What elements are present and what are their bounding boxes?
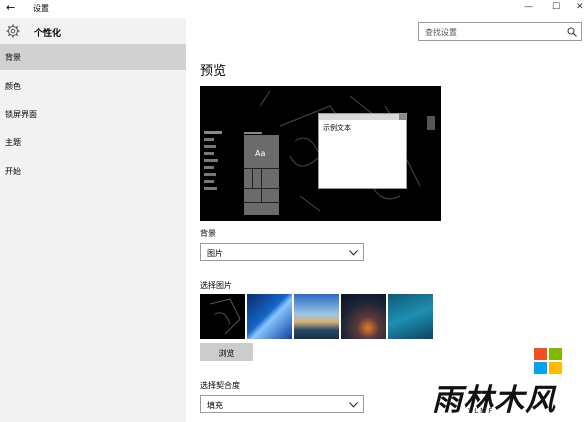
picture-thumb-1[interactable]: [200, 294, 245, 339]
gear-icon: [6, 24, 20, 38]
search-icon: [567, 27, 577, 37]
chevron-down-icon: [349, 402, 358, 408]
sample-window-text: 示例文本: [323, 124, 351, 132]
start-tiles: Aa: [244, 135, 279, 215]
fit-label: 选择契合度: [200, 381, 240, 390]
sidebar-item-background[interactable]: 背景: [0, 44, 186, 70]
sidebar-item-themes[interactable]: 主题: [0, 129, 186, 155]
picture-thumb-3[interactable]: [294, 294, 339, 339]
back-button[interactable]: ←: [6, 1, 15, 14]
desktop-preview: Aa 示例文本: [200, 86, 441, 221]
close-button[interactable]: ✕: [576, 2, 584, 12]
minimize-button[interactable]: —: [524, 2, 533, 12]
sidebar-item-start[interactable]: 开始: [0, 158, 186, 184]
sidebar-item-label: 开始: [5, 167, 21, 176]
chevron-down-icon: [349, 250, 358, 256]
picture-thumb-4[interactable]: [341, 294, 386, 339]
background-value: 图片: [207, 249, 223, 258]
picture-thumb-2[interactable]: [247, 294, 292, 339]
sidebar: 个性化 背景 颜色 锁屏界面 主题 开始: [0, 18, 186, 422]
choose-picture-label: 选择图片: [200, 281, 232, 290]
start-menu-list: [204, 131, 222, 206]
scribble-thumb: [209, 298, 241, 335]
search-placeholder: 查找设置: [425, 28, 457, 37]
sidebar-item-colors[interactable]: 颜色: [0, 73, 186, 99]
background-label: 背景: [200, 229, 216, 238]
sidebar-item-label: 锁屏界面: [5, 110, 37, 119]
picture-thumb-5[interactable]: [388, 294, 433, 339]
browse-button[interactable]: 浏览: [200, 343, 253, 361]
fit-value: 填充: [207, 401, 223, 410]
page-title: 个性化: [34, 29, 62, 39]
preview-heading: 预览: [200, 64, 227, 79]
windows-logo-icon: [534, 348, 562, 374]
sidebar-item-label: 背景: [5, 53, 21, 62]
watermark: 雨林木风 YLMF: [432, 375, 584, 418]
sample-window: 示例文本: [318, 113, 407, 189]
sidebar-item-label: 主题: [5, 138, 21, 147]
preview-clock: [427, 116, 435, 130]
search-input[interactable]: 查找设置: [418, 22, 582, 41]
tile-label: Aa: [255, 149, 266, 158]
window-title: 设置: [33, 4, 49, 13]
sidebar-item-lockscreen[interactable]: 锁屏界面: [0, 101, 186, 127]
watermark-sub: YLMF: [468, 407, 495, 415]
title-bar: ← 设置 — ☐ ✕: [0, 0, 588, 18]
maximize-button[interactable]: ☐: [552, 2, 560, 12]
fit-dropdown[interactable]: 填充: [200, 395, 364, 413]
sidebar-item-label: 颜色: [5, 82, 21, 91]
background-dropdown[interactable]: 图片: [200, 243, 364, 261]
